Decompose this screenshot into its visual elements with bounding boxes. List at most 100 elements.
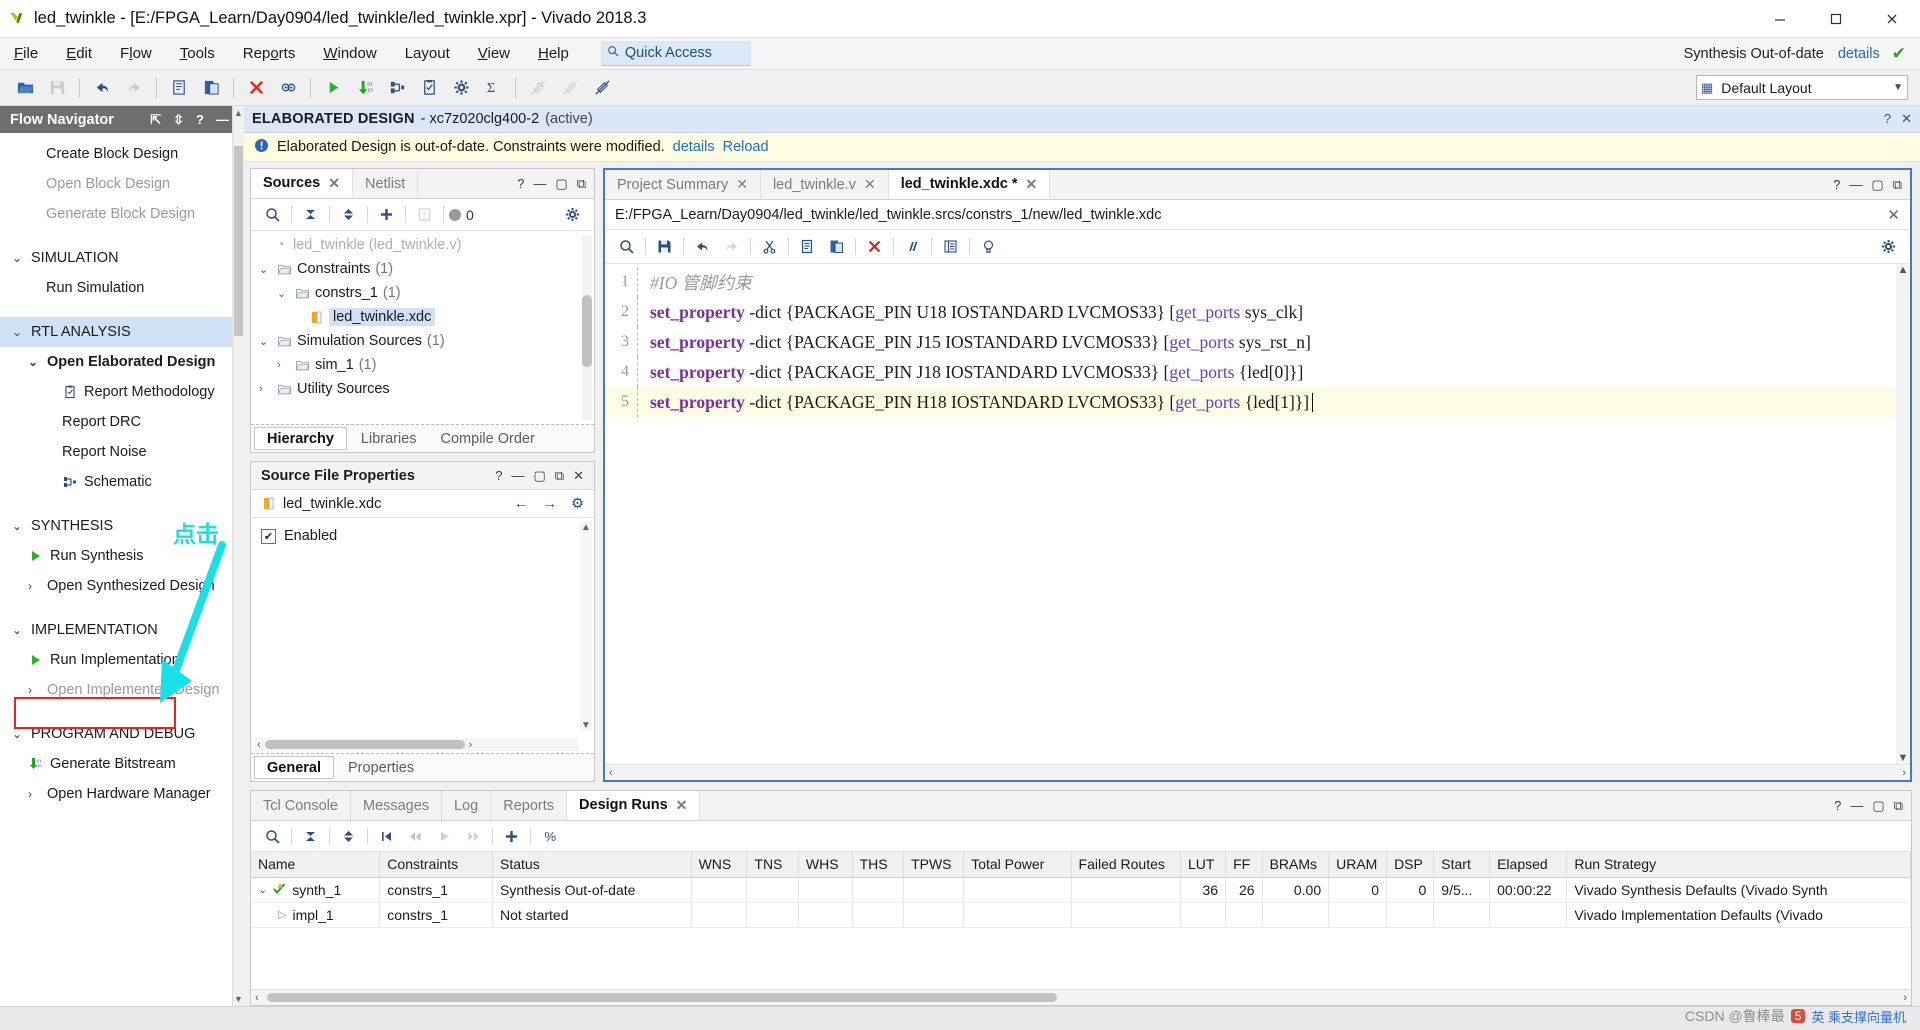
col-whs[interactable]: WHS [798, 852, 853, 878]
menu-view[interactable]: View [464, 41, 524, 66]
schematic-icon[interactable] [382, 74, 412, 102]
expand-all-icon[interactable] [335, 824, 362, 848]
col-elapsed[interactable]: Elapsed [1489, 852, 1568, 878]
tab-led-twinkle-xdc[interactable]: led_twinkle.xdc * ✕ [888, 170, 1051, 199]
design-runs-grid[interactable]: Name Constraints Status WNS TNS WHS THS … [251, 852, 1911, 989]
report-icon[interactable] [414, 74, 444, 102]
code-area[interactable]: 1 #IO 管脚约束 2 set_property -dict {PACKAGE… [605, 264, 1910, 764]
col-total-power[interactable]: Total Power [963, 852, 1072, 878]
scroll-thumb[interactable] [264, 740, 465, 749]
search-icon[interactable] [259, 824, 286, 848]
col-lut[interactable]: LUT [1180, 852, 1227, 878]
settings-icon[interactable] [446, 74, 476, 102]
subtab-compile-order[interactable]: Compile Order [429, 425, 547, 452]
settings-icon[interactable]: ⚙ [571, 496, 584, 512]
scroll-thumb[interactable] [234, 146, 243, 336]
sidebar-item-report-noise[interactable]: Report Noise [0, 437, 232, 467]
sidebar-section-rtl-analysis[interactable]: ⌄ RTL ANALYSIS [0, 317, 232, 347]
paste-icon[interactable] [196, 74, 226, 102]
undo-icon[interactable] [689, 235, 716, 259]
sidebar-item-open-elaborated-design[interactable]: ⌄ Open Elaborated Design [0, 347, 232, 377]
maximize-panel-icon[interactable]: ▢ [1872, 798, 1884, 814]
col-name[interactable]: Name [251, 852, 381, 878]
col-brams[interactable]: BRAMs [1262, 852, 1330, 878]
col-ff[interactable]: FF [1225, 852, 1263, 878]
menu-reports[interactable]: Reports [229, 41, 310, 66]
tab-log[interactable]: Log [442, 791, 492, 820]
code-line[interactable]: 1 #IO 管脚约束 [605, 267, 1910, 297]
close-icon[interactable]: ✕ [864, 176, 876, 193]
scroll-down-icon[interactable]: ▼ [581, 720, 591, 731]
sidebar-item-report-drc[interactable]: Report DRC [0, 407, 232, 437]
close-icon[interactable]: ✕ [1026, 176, 1038, 193]
highlight-off-icon[interactable] [555, 74, 585, 102]
sidebar-item-open-block-design[interactable]: Open Block Design [0, 169, 232, 199]
close-icon[interactable]: ✕ [1901, 111, 1912, 127]
first-icon[interactable] [373, 824, 400, 848]
menu-help[interactable]: Help [524, 41, 583, 66]
close-icon[interactable]: ✕ [328, 175, 340, 192]
search-icon[interactable] [613, 235, 640, 259]
menu-file[interactable]: File [0, 41, 52, 66]
sidebar-item-run-simulation[interactable]: Run Simulation [0, 273, 232, 303]
minimize-panel-icon[interactable]: — [1849, 177, 1862, 192]
synthesis-details-link[interactable]: details [1838, 46, 1880, 62]
sidebar-section-simulation[interactable]: ⌄ SIMULATION [0, 243, 232, 273]
minimize-panel-icon[interactable]: — [533, 176, 546, 191]
col-wns[interactable]: WNS [691, 852, 748, 878]
sidebar-item-generate-bitstream[interactable]: 01 10 Generate Bitstream [0, 749, 232, 779]
save-icon[interactable] [42, 74, 72, 102]
help-icon[interactable]: ? [517, 176, 524, 191]
indent-icon[interactable] [937, 235, 964, 259]
minimize-icon[interactable] [1752, 0, 1808, 38]
chevron-down-icon[interactable]: ⌄ [258, 883, 267, 896]
sum-icon[interactable]: Σ [478, 74, 508, 102]
bitstream-icon[interactable]: 01 10 [350, 74, 380, 102]
add-icon[interactable] [498, 824, 525, 848]
subtab-libraries[interactable]: Libraries [349, 425, 429, 452]
subtab-general[interactable]: General [254, 756, 334, 779]
next-icon[interactable] [460, 824, 487, 848]
help-icon[interactable]: ? [1834, 798, 1841, 813]
close-icon[interactable]: ✕ [573, 468, 584, 484]
sidebar-item-create-block-design[interactable]: Create Block Design [0, 139, 232, 169]
scroll-up-icon[interactable]: ▲ [1898, 264, 1909, 276]
menu-edit[interactable]: Edit [52, 41, 106, 66]
tree-node-utility-sources[interactable]: › Utility Sources [251, 377, 594, 401]
editor-hscrollbar[interactable]: ‹ › [605, 764, 1910, 780]
float-panel-icon[interactable]: ⧉ [1893, 177, 1902, 193]
scroll-up-icon[interactable]: ▲ [581, 522, 591, 533]
col-run-strategy[interactable]: Run Strategy [1566, 852, 1911, 878]
enabled-checkbox-row[interactable]: ✔ Enabled [261, 528, 584, 544]
tree-node-partial[interactable]: ◔ led_twinkle (led_twinkle.v) [251, 233, 594, 257]
warning-reload-link[interactable]: Reload [723, 139, 769, 155]
float-panel-icon[interactable]: ⧉ [577, 176, 586, 192]
tab-messages[interactable]: Messages [351, 791, 443, 820]
layout-select[interactable]: ▦ Default Layout ▼ [1696, 75, 1908, 100]
code-line[interactable]: 2 set_property -dict {PACKAGE_PIN U18 IO… [605, 297, 1910, 327]
float-panel-icon[interactable]: ⧉ [1894, 798, 1903, 814]
table-row[interactable]: ⌄ synth_1 constrs_1 Synthesis Out-of-dat… [251, 877, 1911, 903]
scroll-thumb[interactable] [266, 993, 1057, 1002]
col-uram[interactable]: URAM [1328, 852, 1388, 878]
messages-count[interactable]: 0 [449, 207, 474, 223]
subtab-hierarchy[interactable]: Hierarchy [254, 427, 347, 450]
tree-node-sim-1[interactable]: › sim_1 (1) [251, 353, 594, 377]
add-sources-icon[interactable] [373, 203, 400, 227]
col-dsp[interactable]: DSP [1386, 852, 1435, 878]
delete-icon[interactable] [241, 74, 271, 102]
scroll-right-icon[interactable]: › [1902, 767, 1906, 779]
search-replace-icon[interactable] [273, 74, 303, 102]
expand-all-icon[interactable] [335, 203, 362, 227]
open-folder-icon[interactable] [10, 74, 40, 102]
menu-layout[interactable]: Layout [391, 41, 464, 66]
copy-icon[interactable] [794, 235, 821, 259]
scroll-right-icon[interactable]: › [469, 739, 473, 751]
code-line[interactable]: 3 set_property -dict {PACKAGE_PIN J15 IO… [605, 327, 1910, 357]
scroll-left-icon[interactable]: ‹ [257, 739, 261, 751]
maximize-panel-icon[interactable]: ▢ [555, 176, 567, 192]
tab-design-runs[interactable]: Design Runs ✕ [567, 791, 701, 820]
minimize-panel-icon[interactable]: — [213, 112, 232, 127]
sidebar-item-run-synthesis[interactable]: Run Synthesis [0, 541, 232, 571]
comment-icon[interactable] [899, 235, 926, 259]
